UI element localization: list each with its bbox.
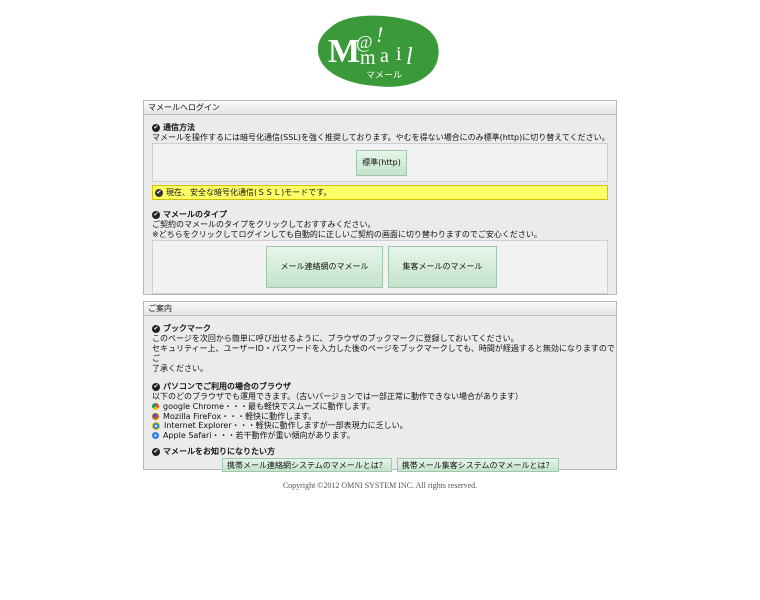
- browser-item-label: Apple Safari・・・若干動作が重い傾向があります。: [163, 430, 355, 440]
- browser-title-text: パソコンでご利用の場合のブラウザ: [163, 382, 291, 391]
- shukyaku-login-button[interactable]: 集客メールのマメール: [388, 246, 497, 288]
- svg-text:a: a: [380, 45, 389, 67]
- bookmark-title: ✔ ブックマーク: [144, 324, 616, 334]
- ssl-notice-text: 現在、安全な暗号化通信(ＳＳＬ)モードです。: [166, 188, 332, 197]
- check-icon: ✔: [155, 188, 163, 197]
- browser-item: Mozilla FireFox・・・軽快に動作します。: [144, 412, 616, 422]
- check-icon: ✔: [152, 448, 160, 456]
- login-panel-header: マメールへログイン: [144, 101, 616, 115]
- browser-item-label: google Chrome・・・最も軽快でスムーズに動作します。: [163, 402, 375, 411]
- firefox-icon: [152, 412, 159, 420]
- browser-item: Internet Explorer・・・軽快に動作しますが一部表現力に乏しい。: [144, 421, 616, 431]
- http-button[interactable]: 標準(http): [356, 150, 407, 176]
- about-links: 携帯メール連絡網システムのマメールとは？ 携帯メール集客システムのマメールとは？: [144, 458, 616, 472]
- type-desc-2: ※どちらをクリックしてログインしても自動的に正しいご契約の画面に切り替わりますの…: [152, 230, 542, 239]
- type-title: ✔ マメールのタイプ: [144, 210, 616, 220]
- comm-method-desc: マメールを操作するには暗号化通信(SSL)を強く推奨しております。やむを得ない場…: [152, 133, 610, 142]
- about-title: ✔ マメールをお知りになりたい方: [144, 447, 616, 457]
- svg-text:マメール: マメール: [366, 71, 402, 81]
- browser-item-label: Internet Explorer・・・軽快に動作しますが一部表現力に乏しい。: [164, 421, 408, 430]
- bookmark-title-text: ブックマーク: [163, 324, 211, 333]
- about-renraku-button[interactable]: 携帯メール連絡網システムのマメールとは？: [222, 458, 392, 472]
- svg-text:!: !: [376, 22, 383, 47]
- comm-method-box: 標準(http): [152, 143, 608, 182]
- comm-method-title: ✔ 通信方法: [144, 123, 616, 133]
- type-desc-1: ご契約のマメールのタイプをクリックしておすすみください。: [152, 220, 376, 229]
- svg-text:i: i: [396, 43, 402, 65]
- guide-panel-header: ご案内: [144, 302, 616, 316]
- check-icon: ✔: [152, 383, 160, 391]
- ssl-notice: ✔ 現在、安全な暗号化通信(ＳＳＬ)モードです。: [152, 185, 608, 200]
- login-panel: マメールへログイン ✔ 通信方法 マメールを操作するには暗号化通信(SSL)を強…: [143, 100, 617, 295]
- type-title-text: マメールのタイプ: [163, 210, 227, 219]
- browser-title: ✔ パソコンでご利用の場合のブラウザ: [144, 382, 616, 392]
- copyright: Copyright ©2012 OMNI SYSTEM INC. All rig…: [282, 481, 478, 490]
- comm-method-title-text: 通信方法: [163, 123, 195, 132]
- bookmark-line-3: 了承ください。: [152, 364, 208, 373]
- browser-item: google Chrome・・・最も軽快でスムーズに動作します。: [144, 402, 616, 412]
- mamail-logo: M @ ! m a i l マメール: [316, 10, 444, 90]
- type-box: メール連絡網のマメール 集客メールのマメール: [152, 240, 608, 294]
- bookmark-line-2: セキュリティー上、ユーザーID・パスワードを入力した後のページをブックマークして…: [152, 344, 615, 363]
- ie-icon: [152, 421, 160, 430]
- about-title-text: マメールをお知りになりたい方: [163, 447, 275, 456]
- svg-text:m: m: [360, 47, 376, 69]
- svg-text:l: l: [406, 44, 413, 70]
- chrome-icon: [152, 403, 159, 411]
- safari-icon: [152, 431, 159, 439]
- check-icon: ✔: [152, 325, 160, 333]
- browser-item: Apple Safari・・・若干動作が重い傾向があります。: [144, 431, 616, 441]
- check-icon: ✔: [152, 124, 160, 132]
- browser-item-label: Mozilla FireFox・・・軽快に動作します。: [163, 411, 317, 421]
- renraku-login-button[interactable]: メール連絡網のマメール: [266, 246, 383, 288]
- about-shukyaku-button[interactable]: 携帯メール集客システムのマメールとは？: [396, 458, 559, 472]
- guide-panel: ご案内 ✔ ブックマーク このページを次回から簡単に呼び出せるように、ブラウザの…: [143, 301, 617, 472]
- check-icon: ✔: [152, 211, 160, 219]
- bookmark-line-1: このページを次回から簡単に呼び出せるように、ブラウザのブックマークに登録しておい…: [152, 334, 519, 343]
- browser-intro: 以下のどのブラウザでも運用できます。（古いバージョンでは一部正常に動作できない場…: [152, 392, 524, 401]
